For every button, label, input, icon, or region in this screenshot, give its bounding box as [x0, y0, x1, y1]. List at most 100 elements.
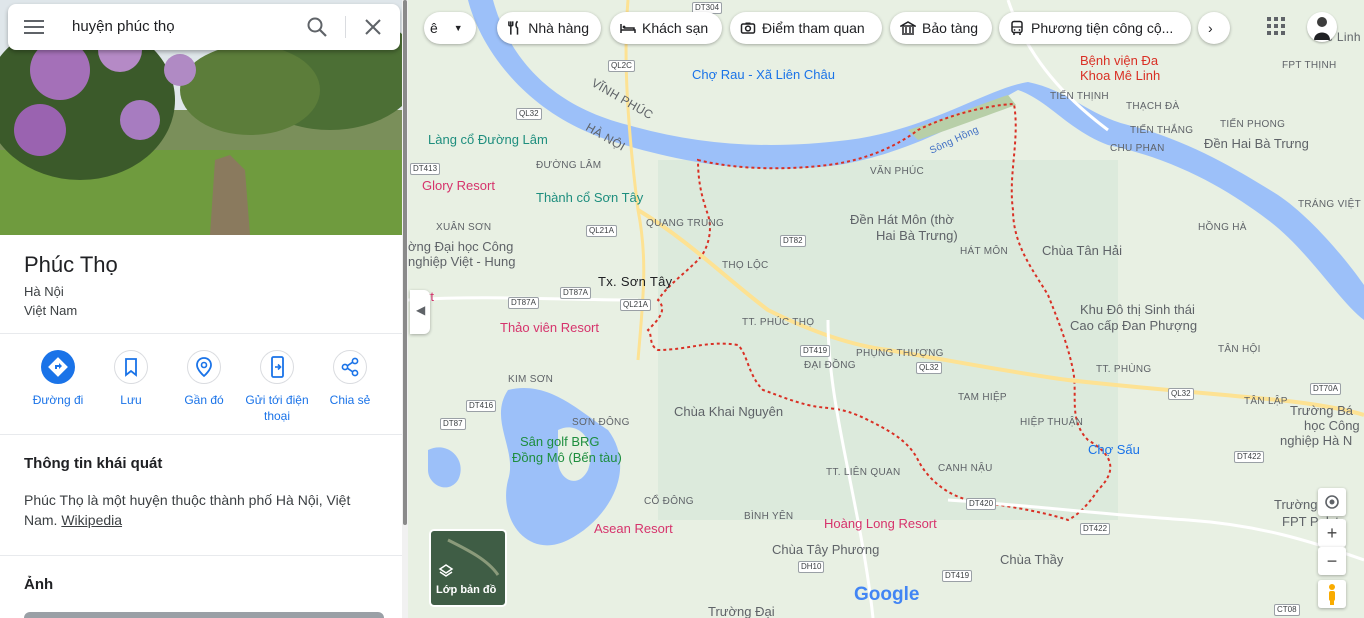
road-shield: QL21A	[586, 225, 617, 237]
chip-restaurants[interactable]: Nhà hàng	[497, 12, 601, 44]
share-button[interactable]: Chia sẻ	[315, 350, 385, 408]
save-button[interactable]: Lưu	[96, 350, 166, 408]
commune-label: HỒNG HÀ	[1198, 222, 1247, 233]
poi-label[interactable]: Đền Hát Môn (thờ	[850, 212, 954, 227]
poi-label[interactable]: Làng cổ Đường Lâm	[428, 132, 548, 147]
map-canvas[interactable]: QL2C QL32 DT413 QL21A DT87A DT87A QL21A …	[408, 0, 1364, 618]
location-target-icon	[1325, 495, 1339, 509]
chips-next-button[interactable]: ›	[1198, 12, 1230, 44]
hotel-icon	[620, 24, 636, 33]
commune-label: TRÁNG VIỆT	[1298, 199, 1362, 210]
poi-label[interactable]: Sân golf BRG	[520, 434, 600, 449]
search-input[interactable]: huyện phúc thọ	[72, 18, 175, 35]
poi-label[interactable]: Chợ Rau - Xã Liên Châu	[692, 67, 835, 82]
poi-label[interactable]: Hai Bà Trưng)	[876, 228, 958, 243]
menu-icon[interactable]	[22, 17, 46, 37]
road-shield: DT87A	[560, 287, 591, 299]
commune-label: FPT THỊNH	[1282, 60, 1337, 71]
poi-label[interactable]: Chùa Tây Phương	[772, 542, 879, 557]
pegman-icon	[1329, 584, 1335, 605]
nearby-icon	[196, 357, 212, 378]
google-logo: Google	[854, 584, 920, 605]
road-shield: DT419	[942, 570, 973, 582]
road-shield: DT413	[410, 163, 441, 175]
bookmark-icon	[125, 358, 137, 377]
bus-icon	[1011, 20, 1023, 35]
close-icon[interactable]	[362, 16, 384, 38]
layers-label[interactable]: Lớp bản đồ	[436, 584, 496, 596]
road-shield: DT87A	[508, 297, 539, 309]
poi-label[interactable]: Đền Hai Bà Trưng	[1204, 136, 1309, 151]
chip-hotels[interactable]: Khách sạn	[610, 12, 722, 44]
poi-label[interactable]: học Công	[1304, 418, 1360, 433]
layers-icon[interactable]	[438, 563, 454, 579]
chip-attractions[interactable]: Điểm tham quan	[730, 12, 882, 44]
share-icon	[341, 357, 359, 377]
poi-label[interactable]: Chùa Thầy	[1000, 552, 1063, 567]
poi-label[interactable]: Thành cổ Sơn Tây	[536, 190, 643, 205]
zoom-in-button[interactable]: +	[1318, 519, 1346, 547]
road-shield: QL32	[1168, 388, 1194, 400]
place-country: Việt Nam	[24, 303, 78, 318]
road-shield: CT08	[1274, 604, 1300, 616]
poi-label[interactable]: Glory Resort	[422, 178, 495, 193]
road-shield: QL32	[916, 362, 942, 374]
nearby-label: Gần đó	[184, 393, 224, 407]
road-shield: DT422	[1080, 523, 1111, 535]
collapse-panel-button[interactable]: ◀	[410, 290, 430, 334]
divider	[0, 434, 402, 435]
poi-label[interactable]: Khu Đô thị Sinh thái	[1080, 302, 1195, 317]
directions-button[interactable]: Đường đi	[23, 350, 93, 408]
avatar[interactable]	[1307, 12, 1337, 42]
apps-grid-icon[interactable]	[1266, 16, 1286, 36]
road-shield: QL2C	[608, 60, 635, 72]
commune-label: ĐẠI ĐỒNG	[804, 360, 856, 371]
road-shield: QL32	[516, 108, 542, 120]
poi-label[interactable]: Asean Resort	[594, 521, 673, 536]
place-title: Phúc Thọ	[24, 252, 118, 277]
commune-label: ĐƯỜNG LÂM	[536, 160, 602, 171]
photo-thumbnail[interactable]	[24, 612, 384, 618]
chip-transit[interactable]: Phương tiện công cộ...	[999, 12, 1191, 44]
commune-label: TAM HIỆP	[958, 392, 1007, 403]
commune-label: THỌ LỘC	[722, 260, 769, 271]
street-view-button[interactable]	[1318, 580, 1346, 608]
poi-label[interactable]: Cao cấp Đan Phượng	[1070, 318, 1197, 333]
user-photo-icon	[1314, 17, 1330, 40]
place-panel: huyện phúc thọ Phúc Thọ Hà Nội Việt Nam …	[0, 0, 402, 618]
commune-label: PHỤNG THƯỢNG	[856, 348, 944, 359]
chevron-down-icon: ▼	[453, 23, 463, 33]
poi-label[interactable]: nghiệp Hà N	[1280, 433, 1352, 448]
directions-icon	[48, 357, 68, 377]
input-tools-button[interactable]: ê ▼	[424, 12, 476, 44]
overview-heading: Thông tin khái quát	[24, 455, 163, 472]
poi-label[interactable]: ờng Đại học Công	[408, 239, 513, 254]
chip-museums[interactable]: Bảo tàng	[890, 12, 992, 44]
commune-label: KIM SƠN	[508, 374, 554, 385]
poi-label[interactable]: Chợ Sấu	[1088, 442, 1140, 457]
zoom-out-button[interactable]: −	[1318, 547, 1346, 575]
poi-label[interactable]: Chùa Tân Hải	[1042, 243, 1122, 258]
poi-label[interactable]: Chùa Khai Nguyên	[674, 404, 783, 419]
town-label: TT. LIÊN QUAN	[826, 467, 901, 478]
commune-label: SƠN ĐÔNG	[572, 417, 630, 428]
nearby-button[interactable]: Gần đó	[169, 350, 239, 408]
poi-label[interactable]: Đồng Mô (Bến tàu)	[512, 450, 622, 465]
poi-label[interactable]: nghiệp Việt - Hung	[408, 254, 515, 269]
poi-label[interactable]: Hoàng Long Resort	[824, 516, 937, 531]
search-box: huyện phúc thọ	[8, 4, 400, 50]
road-shield: DT416	[466, 400, 497, 412]
poi-label[interactable]: Thảo viên Resort	[500, 320, 599, 335]
poi-label[interactable]: Bệnh viện Đa	[1080, 53, 1158, 68]
my-location-button[interactable]	[1318, 488, 1346, 516]
poi-label[interactable]: Trường Bá	[1290, 403, 1353, 418]
poi-label[interactable]: Khoa Mê Linh	[1080, 68, 1160, 83]
divider	[0, 555, 402, 556]
commune-label: QUANG TRUNG	[646, 218, 725, 229]
poi-label[interactable]: Trường Đại	[708, 604, 775, 618]
keyboard-icon: ê	[430, 20, 438, 36]
wikipedia-link[interactable]: Wikipedia	[61, 512, 122, 528]
send-to-phone-button[interactable]: Gửi tới điện thoại	[242, 350, 312, 424]
search-icon[interactable]	[306, 16, 328, 38]
divider	[345, 16, 346, 38]
